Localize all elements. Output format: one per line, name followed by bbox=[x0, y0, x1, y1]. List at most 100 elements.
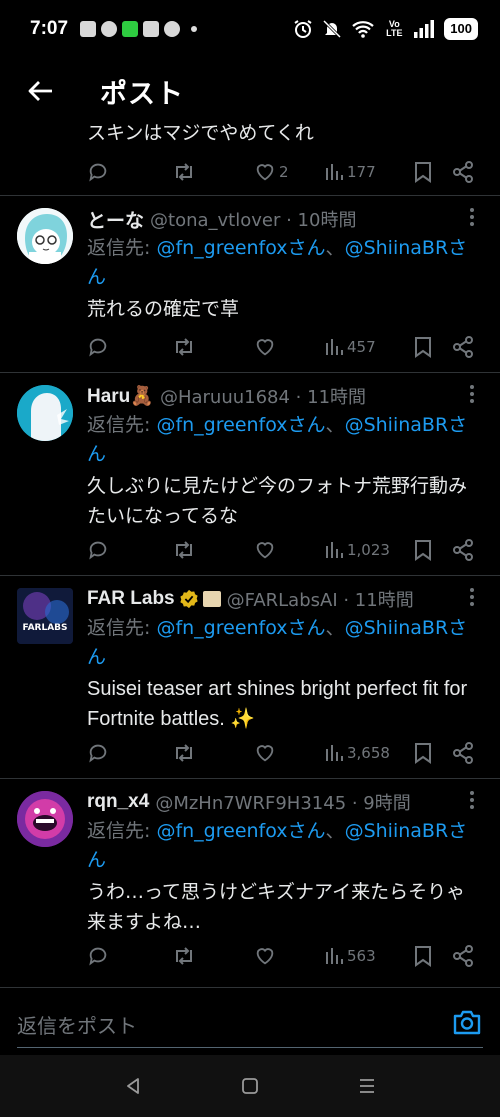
input-underline bbox=[17, 1047, 483, 1048]
display-name[interactable]: rqn_x4 bbox=[87, 791, 149, 813]
nav-back-button[interactable] bbox=[123, 1076, 143, 1096]
handle-and-time[interactable]: @MzHn7WRF9H3145 · 9時間 bbox=[155, 789, 410, 815]
repost-button[interactable] bbox=[172, 161, 254, 183]
like-button[interactable] bbox=[254, 336, 324, 358]
reply-prefix: 返信先: bbox=[87, 414, 157, 436]
display-name[interactable]: Haru🧸 bbox=[87, 384, 154, 408]
signal-icon bbox=[414, 20, 435, 38]
views-button[interactable]: 1,023 bbox=[324, 540, 414, 560]
handle-and-time[interactable]: @FARLabsAI · 11時間 bbox=[227, 586, 414, 612]
reply-button[interactable] bbox=[87, 742, 172, 764]
bookmark-button[interactable] bbox=[414, 742, 452, 764]
post-text: うわ…って思うけどキズナアイ来たらそりゃ来ますよね… bbox=[87, 881, 466, 933]
previous-post-actions: 2 177 bbox=[87, 155, 477, 189]
avatar[interactable] bbox=[17, 791, 73, 847]
nav-home-button[interactable] bbox=[240, 1076, 260, 1096]
reply-button[interactable] bbox=[87, 336, 172, 358]
like-button[interactable] bbox=[254, 539, 324, 561]
repost-button[interactable] bbox=[172, 945, 254, 967]
display-name[interactable]: とーな bbox=[87, 206, 144, 233]
bookmark-icon bbox=[415, 337, 431, 358]
reply-post[interactable]: とーな @tona_vtlover · 10時間 返信先: @fn_greenf… bbox=[0, 196, 500, 373]
more-vertical-icon bbox=[470, 208, 474, 226]
share-icon bbox=[453, 539, 473, 561]
repost-icon bbox=[176, 541, 192, 559]
share-button[interactable] bbox=[452, 742, 474, 764]
post-actions: 1,023 bbox=[87, 533, 477, 567]
handle-and-time[interactable]: @Haruuu1684 · 11時間 bbox=[160, 383, 366, 409]
reply-icon bbox=[89, 541, 107, 560]
reply-icon bbox=[89, 744, 107, 763]
repost-button[interactable] bbox=[172, 539, 254, 561]
views-button[interactable]: 563 bbox=[324, 946, 414, 966]
reply-prefix: 返信先: bbox=[87, 237, 157, 259]
share-button[interactable] bbox=[452, 945, 474, 967]
share-button[interactable] bbox=[452, 161, 474, 183]
reply-post[interactable]: Haru🧸 @Haruuu1684 · 11時間 返信先: @fn_greenf… bbox=[0, 373, 500, 576]
views-button[interactable]: 457 bbox=[324, 337, 414, 357]
reply-input[interactable]: 返信をポスト bbox=[17, 1010, 137, 1039]
analytics-icon bbox=[326, 339, 343, 355]
reply-button[interactable] bbox=[87, 945, 172, 967]
views-button[interactable]: 177 bbox=[324, 162, 414, 182]
mention-link[interactable]: @fn_greenfoxさん bbox=[156, 617, 325, 639]
share-button[interactable] bbox=[452, 336, 474, 358]
display-name[interactable]: FAR Labs bbox=[87, 588, 175, 610]
avatar[interactable] bbox=[17, 385, 73, 441]
verified-badge-icon bbox=[179, 589, 198, 609]
handle-and-time[interactable]: @tona_vtlover · 10時間 bbox=[150, 206, 356, 232]
repost-icon bbox=[176, 744, 192, 762]
heart-icon bbox=[256, 948, 274, 965]
reply-context: 返信先: @fn_greenfoxさん、@ShiinaBRさん bbox=[87, 411, 480, 469]
camera-icon bbox=[453, 1010, 481, 1035]
back-button[interactable] bbox=[20, 71, 60, 111]
more-options-button[interactable] bbox=[468, 206, 476, 232]
reply-composer: 返信をポスト bbox=[0, 987, 500, 1055]
like-button[interactable]: 2 bbox=[254, 161, 324, 183]
share-icon bbox=[453, 336, 473, 358]
reply-icon bbox=[89, 947, 107, 966]
reply-context: 返信先: @fn_greenfoxさん、@ShiinaBRさん bbox=[87, 234, 480, 292]
previous-post-text: スキンはマジでやめてくれ bbox=[87, 122, 314, 142]
page-title: ポスト bbox=[100, 78, 184, 110]
affiliate-badge-icon bbox=[202, 591, 221, 607]
repost-button[interactable] bbox=[172, 742, 254, 764]
arrow-left-icon bbox=[28, 81, 52, 101]
svg-text:FARLABS: FARLABS bbox=[22, 623, 67, 633]
reply-button[interactable] bbox=[87, 539, 172, 561]
repost-button[interactable] bbox=[172, 336, 254, 358]
share-button[interactable] bbox=[452, 539, 474, 561]
camera-button[interactable] bbox=[452, 1008, 482, 1040]
more-options-button[interactable] bbox=[468, 586, 476, 612]
reply-post[interactable]: FARLABS FAR Labs @FARLabsAI · 11時間 返信先: … bbox=[0, 576, 500, 779]
nav-recents-button[interactable] bbox=[357, 1076, 377, 1096]
analytics-icon bbox=[326, 948, 343, 964]
view-count: 457 bbox=[347, 338, 376, 356]
mention-link[interactable]: @fn_greenfoxさん bbox=[156, 820, 325, 842]
mention-link[interactable]: @fn_greenfoxさん bbox=[156, 414, 325, 436]
mute-bell-icon bbox=[323, 19, 342, 39]
mention-link[interactable]: @fn_greenfoxさん bbox=[156, 237, 325, 259]
post-actions: 3,658 bbox=[87, 736, 477, 770]
bookmark-button[interactable] bbox=[414, 945, 452, 967]
reply-post[interactable]: rqn_x4 @MzHn7WRF9H3145 · 9時間 返信先: @fn_gr… bbox=[0, 779, 500, 985]
notification-app-icon bbox=[122, 21, 139, 37]
post-text: 久しぶりに見たけど今のフォトナ荒野行動みたいになってるな bbox=[87, 475, 468, 527]
bookmark-button[interactable] bbox=[414, 539, 452, 561]
notification-app-icon bbox=[101, 21, 118, 37]
bookmark-button[interactable] bbox=[414, 161, 452, 183]
reply-prefix: 返信先: bbox=[87, 820, 157, 842]
like-button[interactable] bbox=[254, 945, 324, 967]
post-actions: 457 bbox=[87, 330, 477, 364]
bookmark-button[interactable] bbox=[414, 336, 452, 358]
more-vertical-icon bbox=[470, 385, 474, 403]
more-options-button[interactable] bbox=[468, 789, 476, 815]
reply-context: 返信先: @fn_greenfoxさん、@ShiinaBRさん bbox=[87, 614, 480, 672]
like-button[interactable] bbox=[254, 742, 324, 764]
avatar[interactable]: FARLABS bbox=[17, 588, 73, 644]
reply-button[interactable] bbox=[87, 161, 172, 183]
reply-separator: 、 bbox=[325, 617, 345, 639]
avatar[interactable] bbox=[17, 208, 73, 264]
more-options-button[interactable] bbox=[468, 383, 476, 409]
views-button[interactable]: 3,658 bbox=[324, 743, 414, 763]
